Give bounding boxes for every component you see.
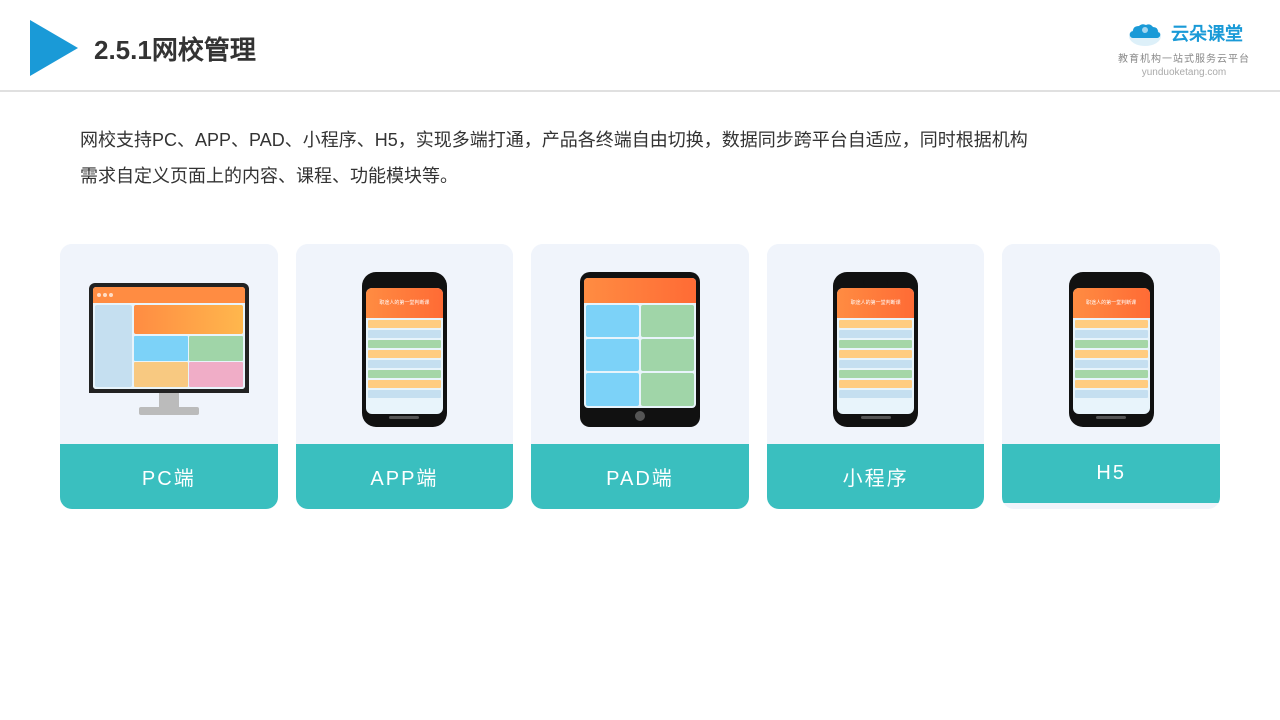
header-left: 2.5.1网校管理 [30,20,256,76]
card-app-image: 职途人的第一堂判断课 [296,244,514,444]
description-line2: 需求自定义页面上的内容、课程、功能模块等。 [80,158,1200,194]
card-pc-image [60,244,278,444]
brand-tagline: 教育机构一站式服务云平台 [1118,50,1250,65]
header-right: 云朵课堂 教育机构一站式服务云平台 yunduoketang.com [1118,18,1250,78]
card-pc-label: PC端 [60,444,278,509]
pad-icon [580,272,700,427]
card-app-label: APP端 [296,444,514,509]
page-title: 2.5.1网校管理 [94,30,256,67]
card-miniprogram: 职途人的第一堂判断课 [767,244,985,509]
card-h5-image: 职途人的第一堂判断课 [1002,244,1220,444]
cards-section: PC端 职途人的第一堂判断课 [0,214,1280,509]
description-line1: 网校支持PC、APP、PAD、小程序、H5，实现多端打通，产品各终端自由切换，数… [80,122,1200,158]
brand-name: 云朵课堂 [1171,20,1243,46]
play-icon [30,20,78,76]
brand-url: yunduoketang.com [1142,67,1227,78]
card-pc: PC端 [60,244,278,509]
cloud-icon [1125,18,1165,48]
card-pad: PAD端 [531,244,749,509]
card-pad-image [531,244,749,444]
header: 2.5.1网校管理 云朵课堂 教育机构一站式服务云平台 yunduoketang… [0,0,1280,92]
card-app: 职途人的第一堂判断课 [296,244,514,509]
phone-miniprogram-icon: 职途人的第一堂判断课 [833,272,918,427]
card-h5-label: H5 [1002,444,1220,503]
pc-monitor-icon [89,283,249,415]
card-h5: 职途人的第一堂判断课 [1002,244,1220,509]
card-pad-label: PAD端 [531,444,749,509]
phone-app-icon: 职途人的第一堂判断课 [362,272,447,427]
description: 网校支持PC、APP、PAD、小程序、H5，实现多端打通，产品各终端自由切换，数… [0,92,1280,204]
card-miniprogram-image: 职途人的第一堂判断课 [767,244,985,444]
brand-logo: 云朵课堂 [1125,18,1243,48]
phone-h5-icon: 职途人的第一堂判断课 [1069,272,1154,427]
card-miniprogram-label: 小程序 [767,444,985,509]
